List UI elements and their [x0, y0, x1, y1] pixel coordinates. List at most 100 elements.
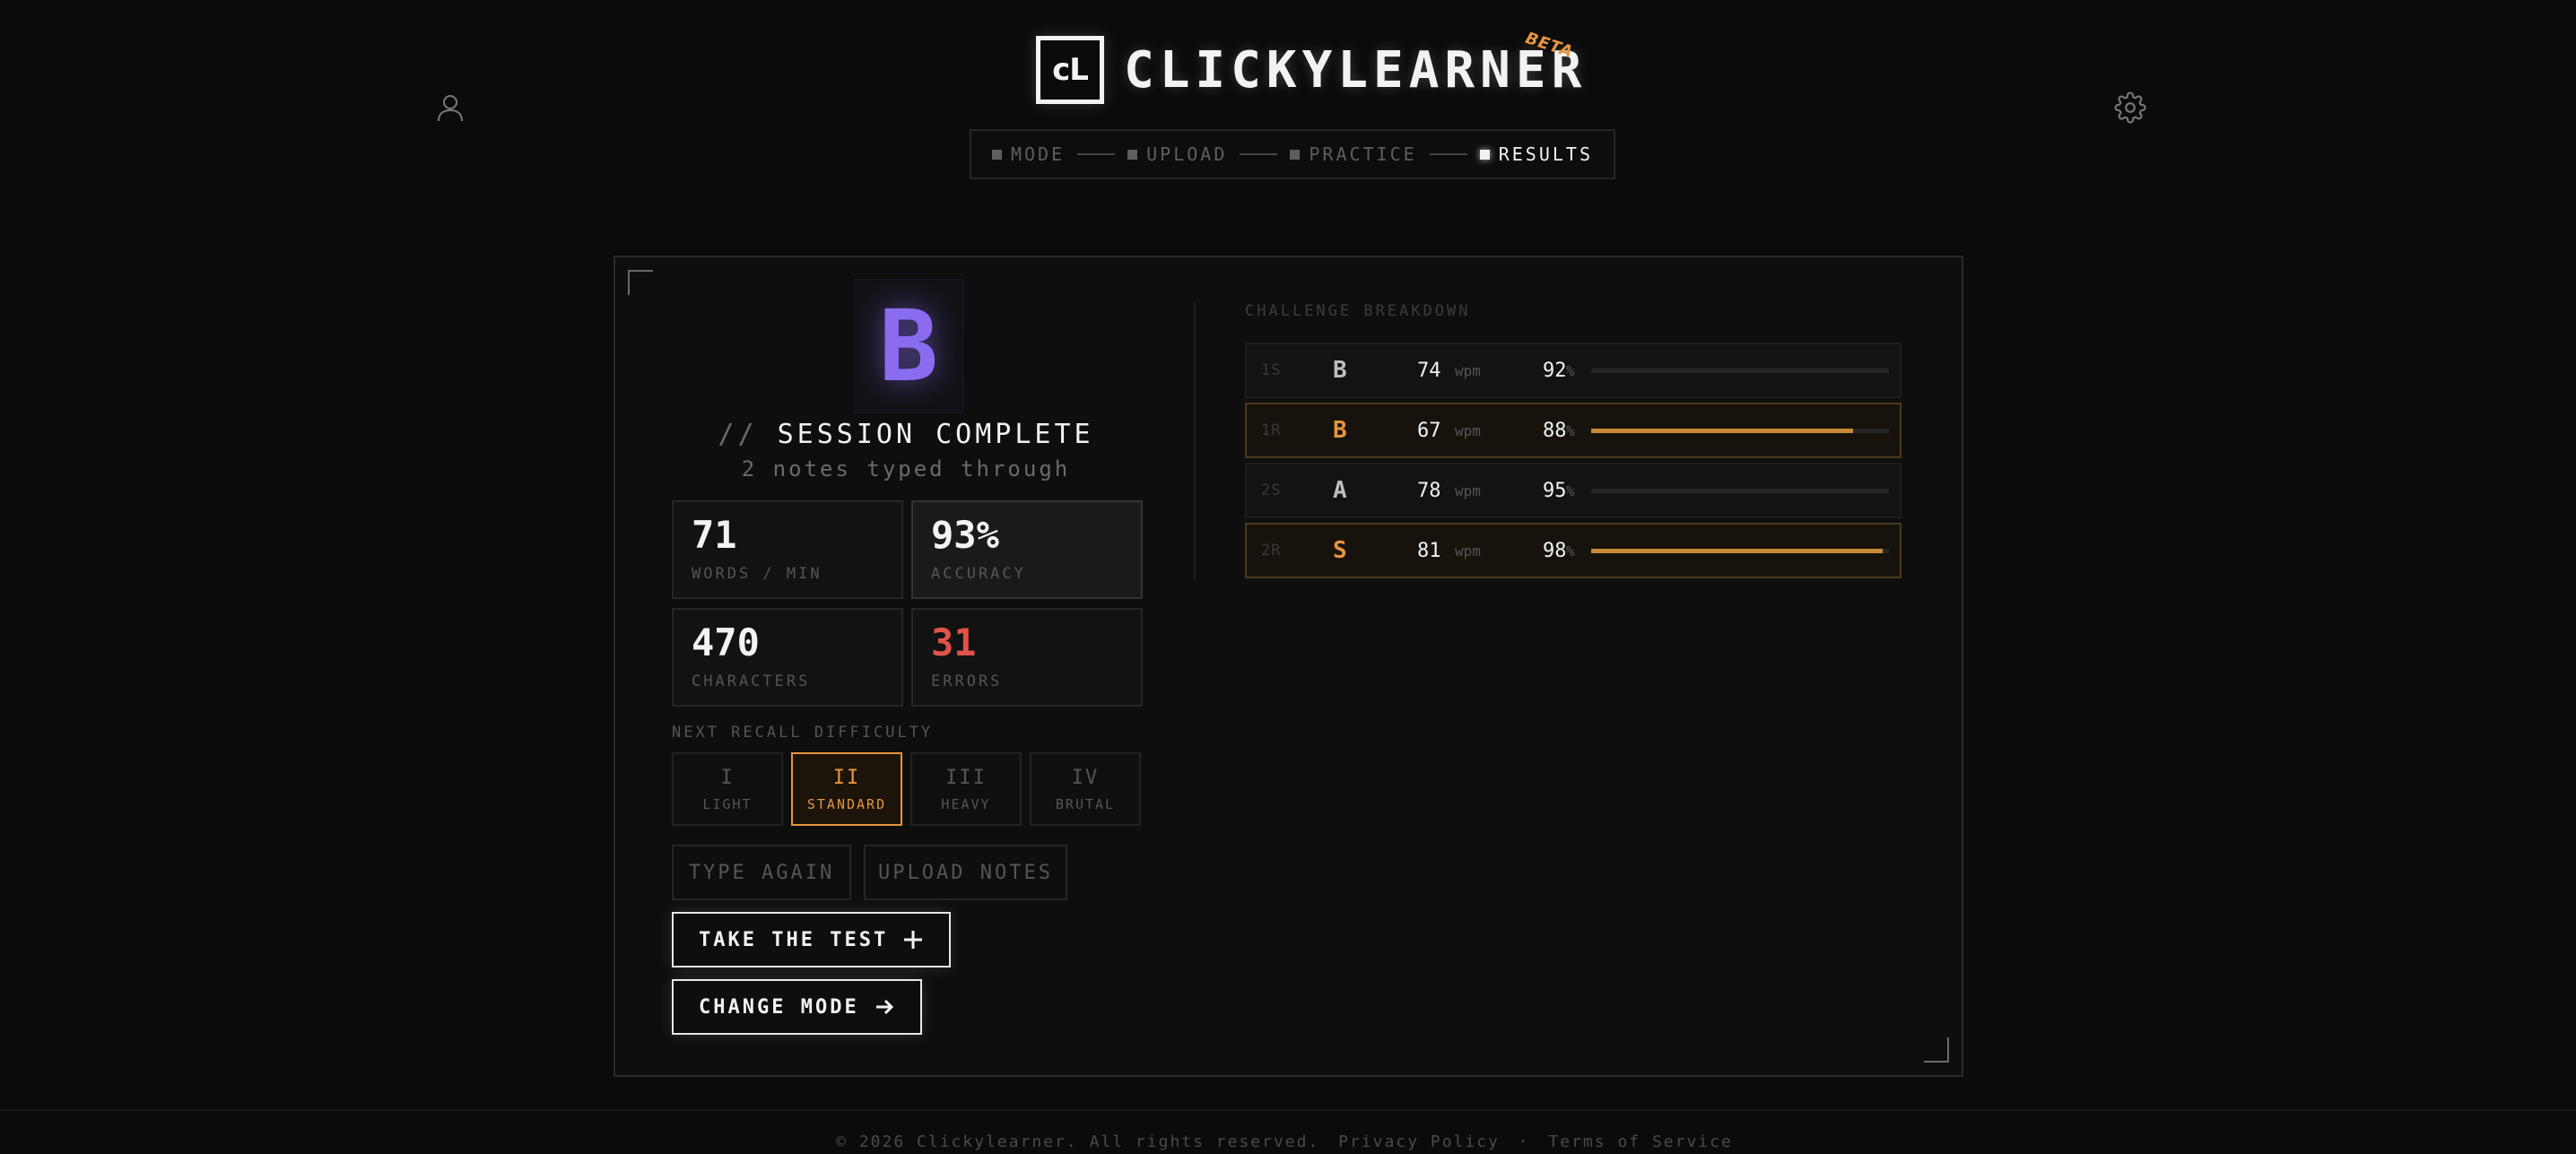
progress-stepper: MODE UPLOAD PRACTICE RESULTS: [970, 129, 1615, 179]
difficulty-option-heavy[interactable]: III HEAVY: [910, 752, 1022, 826]
stat-value: 71: [692, 513, 737, 557]
challenge-id: 1S: [1261, 361, 1282, 379]
difficulty-numeral: IV: [1071, 766, 1100, 789]
stat-value: 470: [692, 620, 760, 664]
challenge-id: 2S: [1261, 482, 1282, 499]
challenge-id: 2R: [1261, 542, 1282, 560]
challenge-grade: B: [1333, 417, 1347, 444]
upload-notes-button[interactable]: UPLOAD NOTES: [864, 845, 1067, 900]
difficulty-name: LIGHT: [702, 795, 753, 812]
step-marker: [1479, 149, 1490, 160]
arrow-right-icon: [874, 996, 895, 1018]
difficulty-numeral: III: [945, 766, 987, 789]
step-label: RESULTS: [1498, 143, 1594, 165]
accuracy-unit: %: [1566, 361, 1575, 379]
breakdown-row: 2R S 81 wpm 98 %: [1245, 523, 1902, 578]
challenge-grade: B: [1333, 357, 1347, 384]
take-test-label: TAKE THE TEST: [699, 928, 889, 951]
stat-characters: 470 CHARACTERS: [672, 608, 903, 707]
corner-bracket: [628, 270, 653, 295]
stat-errors: 31 ERRORS: [911, 608, 1143, 707]
grade-badge: B: [854, 279, 963, 413]
step-upload[interactable]: UPLOAD: [1127, 143, 1227, 165]
wpm-unit: wpm: [1455, 482, 1481, 499]
challenge-wpm: 78: [1417, 479, 1441, 502]
progress-track: [1591, 429, 1889, 433]
footer-separator: ·: [1518, 1132, 1530, 1151]
breakdown-heading: CHALLENGE BREAKDOWN: [1245, 302, 1471, 320]
stat-accuracy: 93% ACCURACY: [911, 500, 1143, 599]
type-again-button[interactable]: TYPE AGAIN: [672, 845, 851, 900]
challenge-accuracy: 95: [1543, 479, 1567, 502]
breakdown-row: 1R B 67 wpm 88 %: [1245, 403, 1902, 458]
difficulty-numeral: II: [832, 766, 861, 789]
step-mode[interactable]: MODE: [991, 143, 1066, 165]
step-marker: [1127, 149, 1138, 160]
accuracy-unit: %: [1566, 482, 1575, 499]
progress-fill: [1591, 429, 1854, 433]
difficulty-name: STANDARD: [806, 795, 887, 812]
progress-track: [1591, 369, 1889, 373]
difficulty-name: HEAVY: [941, 795, 991, 812]
logo: cL: [1036, 36, 1104, 104]
progress-track: [1591, 549, 1889, 553]
challenge-wpm: 74: [1417, 359, 1441, 382]
title-text: SESSION COMPLETE: [777, 419, 1094, 450]
step-practice[interactable]: PRACTICE: [1290, 143, 1416, 165]
user-icon[interactable]: [432, 90, 468, 126]
copyright: © 2026 Clickylearner. All rights reserve…: [836, 1132, 1320, 1151]
step-results[interactable]: RESULTS: [1479, 143, 1594, 165]
change-mode-label: CHANGE MODE: [699, 995, 859, 1019]
breakdown-row: 1S B 74 wpm 92 %: [1245, 343, 1902, 398]
accuracy-unit: %: [1566, 421, 1575, 439]
breakdown-row: 2S A 78 wpm 95 %: [1245, 463, 1902, 518]
challenge-grade: A: [1333, 477, 1347, 504]
terms-link[interactable]: Terms of Service: [1548, 1132, 1732, 1151]
challenge-id: 1R: [1261, 421, 1282, 439]
step-connector: [1429, 153, 1467, 155]
step-marker: [991, 149, 1002, 160]
accuracy-unit: %: [1566, 542, 1575, 560]
stat-wpm: 71 WORDS / MIN: [672, 500, 903, 599]
stat-value: 31: [931, 620, 977, 664]
difficulty-heading: NEXT RECALL DIFFICULTY: [672, 724, 934, 742]
change-mode-button[interactable]: CHANGE MODE: [672, 979, 922, 1035]
wpm-unit: wpm: [1455, 361, 1481, 379]
step-connector: [1077, 153, 1116, 155]
difficulty-numeral: I: [720, 766, 735, 789]
stat-value: 93%: [931, 513, 999, 557]
stat-label: ACCURACY: [931, 565, 1026, 584]
session-title: // SESSION COMPLETE: [669, 419, 1143, 450]
step-marker: [1290, 149, 1301, 160]
difficulty-option-brutal[interactable]: IV BRUTAL: [1030, 752, 1141, 826]
step-label: MODE: [1010, 143, 1066, 165]
column-divider: [1194, 302, 1196, 580]
brand[interactable]: cL CLICKYLEARNER: [1036, 36, 1587, 104]
privacy-link[interactable]: Privacy Policy: [1338, 1132, 1500, 1151]
step-label: PRACTICE: [1309, 143, 1417, 165]
wpm-unit: wpm: [1455, 421, 1481, 439]
challenge-accuracy: 88: [1543, 419, 1567, 442]
difficulty-option-light[interactable]: I LIGHT: [672, 752, 783, 826]
progress-track: [1591, 489, 1889, 493]
gear-icon[interactable]: [2112, 90, 2148, 126]
footer: © 2026 Clickylearner. All rights reserve…: [0, 1132, 2576, 1151]
stat-label: CHARACTERS: [692, 672, 811, 691]
challenge-accuracy: 98: [1543, 539, 1567, 562]
footer-divider: [0, 1109, 2576, 1111]
difficulty-option-standard[interactable]: II STANDARD: [791, 752, 902, 826]
plus-icon: [902, 929, 924, 950]
challenge-accuracy: 92: [1543, 359, 1567, 382]
session-subtitle: 2 notes typed through: [741, 456, 1071, 482]
challenge-grade: S: [1333, 537, 1347, 564]
results-panel: B // SESSION COMPLETE 2 notes typed thro…: [614, 256, 1963, 1077]
stat-label: WORDS / MIN: [692, 565, 822, 584]
challenge-wpm: 81: [1417, 539, 1441, 562]
corner-bracket: [1924, 1037, 1949, 1063]
progress-fill: [1591, 549, 1884, 553]
take-test-button[interactable]: TAKE THE TEST: [672, 912, 952, 967]
brand-name: CLICKYLEARNER: [1124, 40, 1588, 100]
title-prefix: //: [718, 419, 758, 450]
challenge-wpm: 67: [1417, 419, 1441, 442]
stat-label: ERRORS: [931, 672, 1003, 691]
